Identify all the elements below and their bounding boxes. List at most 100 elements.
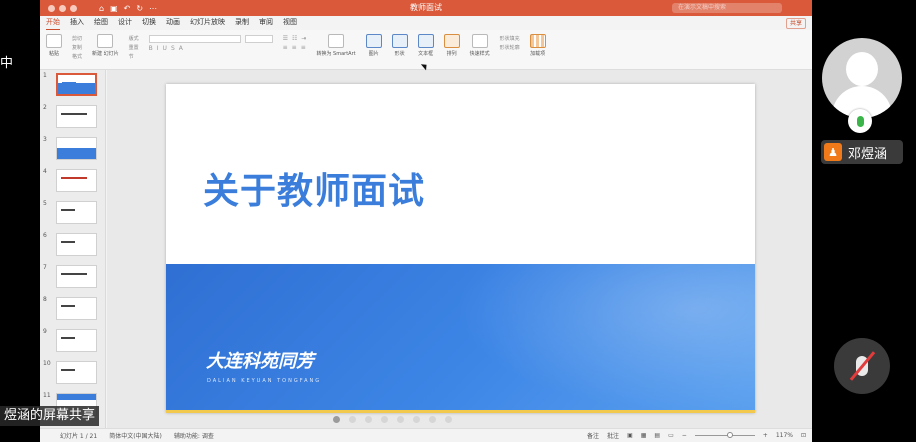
copy-button[interactable]: 复制 bbox=[72, 44, 82, 51]
close-window-button[interactable] bbox=[48, 4, 55, 12]
clipboard-group: 剪切 复制 格式 bbox=[72, 34, 82, 60]
align-right-icon[interactable]: ≡ bbox=[301, 44, 306, 51]
language-indicator[interactable]: 简体中文(中国大陆) bbox=[109, 431, 162, 440]
tab-record[interactable]: 录制 bbox=[235, 17, 249, 29]
page-dot[interactable] bbox=[381, 416, 388, 423]
normal-view-icon[interactable]: ▣ bbox=[627, 432, 633, 439]
slide-thumbnail[interactable]: 4 bbox=[40, 166, 105, 198]
slide-thumbnail[interactable]: 7 bbox=[40, 262, 105, 294]
tab-home[interactable]: 开始 bbox=[46, 17, 60, 30]
tab-insert[interactable]: 插入 bbox=[70, 17, 84, 29]
arrange-button[interactable]: 排列 bbox=[443, 34, 460, 57]
zoom-in-icon[interactable]: + bbox=[763, 432, 768, 439]
page-dot[interactable] bbox=[429, 416, 436, 423]
minimize-window-button[interactable] bbox=[59, 4, 66, 12]
status-controls: 备注 批注 ▣ ▦ ▤ ▭ − + 117% ⊡ bbox=[587, 431, 806, 440]
fit-slide-icon[interactable]: ⊡ bbox=[801, 432, 806, 439]
slide-blue-band bbox=[166, 264, 755, 413]
addins-button[interactable]: 加载项 bbox=[529, 34, 546, 57]
zoom-slider[interactable] bbox=[694, 432, 755, 438]
new-slide-button[interactable]: 新建 幻灯片 bbox=[92, 34, 119, 57]
reset-button[interactable]: 重置 bbox=[129, 44, 139, 51]
notes-button[interactable]: 备注 bbox=[587, 431, 599, 440]
participant-name-tag: ♟ 邓煜涵 bbox=[821, 140, 903, 164]
slide-thumbnail[interactable]: 6 bbox=[40, 230, 105, 262]
numbering-icon[interactable]: ☷ bbox=[292, 35, 297, 42]
align-center-icon[interactable]: ≡ bbox=[292, 44, 297, 51]
save-icon[interactable]: ▣ bbox=[110, 4, 118, 13]
quick-styles-button[interactable]: 快速样式 bbox=[470, 34, 490, 57]
layout-button[interactable]: 版式 bbox=[129, 35, 139, 42]
slide-thumbnail[interactable]: 10 bbox=[40, 358, 105, 390]
slide-thumbnail[interactable]: 1 bbox=[40, 70, 105, 102]
page-dot[interactable] bbox=[349, 416, 356, 423]
search-input[interactable]: 在演示文稿中搜索 bbox=[672, 3, 782, 13]
bullets-icon[interactable]: ☰ bbox=[283, 35, 288, 42]
page-dot[interactable] bbox=[445, 416, 452, 423]
convert-smartart-button[interactable]: 转换为 SmartArt bbox=[316, 34, 356, 57]
slide-counter: 幻灯片 1 / 21 bbox=[60, 433, 98, 440]
mute-microphone-button[interactable] bbox=[834, 338, 890, 394]
share-button[interactable]: 共享 bbox=[785, 18, 806, 29]
title-bar: ⌂ ▣ ↶ ↻ ⋯ 教师面试 在演示文稿中搜索 bbox=[40, 0, 812, 16]
font-group: B I U S A bbox=[148, 34, 273, 52]
zoom-window-button[interactable] bbox=[70, 4, 77, 12]
screen-share-caption: 煜涵的屏幕共享 bbox=[0, 406, 100, 426]
participant-avatar bbox=[822, 38, 902, 118]
paste-button[interactable]: 粘贴 bbox=[46, 34, 62, 57]
tab-slideshow[interactable]: 幻灯片放映 bbox=[190, 17, 225, 29]
font-color-button[interactable]: A bbox=[179, 45, 183, 52]
window-controls bbox=[48, 4, 77, 12]
brand-logo: 大连科苑同芳 bbox=[206, 351, 314, 372]
textbox-icon bbox=[417, 34, 434, 48]
slide-thumbnail[interactable]: 8 bbox=[40, 294, 105, 326]
tab-animations[interactable]: 动画 bbox=[166, 17, 180, 29]
slide-thumbnail[interactable]: 3 bbox=[40, 134, 105, 166]
page-dot[interactable] bbox=[413, 416, 420, 423]
zoom-level[interactable]: 117% bbox=[776, 432, 793, 439]
reading-view-icon[interactable]: ▤ bbox=[654, 432, 660, 439]
font-family-select[interactable] bbox=[148, 35, 241, 43]
slide-title[interactable]: 关于教师面试 bbox=[203, 162, 425, 214]
undo-icon[interactable]: ↶ bbox=[124, 4, 131, 13]
shape-fill-button[interactable]: 形状填充 bbox=[500, 35, 520, 42]
align-left-icon[interactable]: ≡ bbox=[283, 44, 288, 51]
slide-accent-bar bbox=[166, 410, 755, 413]
redo-icon[interactable]: ↻ bbox=[136, 4, 143, 13]
bold-button[interactable]: B bbox=[149, 45, 153, 52]
home-icon[interactable]: ⌂ bbox=[99, 4, 104, 13]
slideshow-view-icon[interactable]: ▭ bbox=[668, 432, 674, 439]
tab-transitions[interactable]: 切换 bbox=[142, 17, 156, 29]
powerpoint-window: ⌂ ▣ ↶ ↻ ⋯ 教师面试 在演示文稿中搜索 开始 插入 绘图 设计 切换 动… bbox=[40, 0, 812, 442]
current-slide[interactable]: 关于教师面试 大连科苑同芳 DALIAN KEYUAN TONGFANG bbox=[166, 84, 755, 413]
sorter-view-icon[interactable]: ▦ bbox=[641, 432, 647, 439]
font-size-select[interactable] bbox=[244, 35, 273, 43]
indent-icon[interactable]: ⇥ bbox=[301, 35, 306, 42]
shape-outline-button[interactable]: 形状轮廓 bbox=[500, 44, 520, 51]
tab-design[interactable]: 设计 bbox=[118, 17, 132, 29]
shapes-button[interactable]: 形状 bbox=[391, 34, 408, 57]
cut-button[interactable]: 剪切 bbox=[72, 35, 82, 42]
textbox-button[interactable]: 文本框 bbox=[417, 34, 434, 57]
slide-thumbnail[interactable]: 2 bbox=[40, 102, 105, 134]
accessibility-status[interactable]: 辅助功能: 调查 bbox=[174, 431, 214, 440]
italic-button[interactable]: I bbox=[157, 45, 159, 52]
addins-icon bbox=[529, 34, 546, 48]
underline-button[interactable]: U bbox=[163, 45, 167, 52]
tab-draw[interactable]: 绘图 bbox=[94, 17, 108, 29]
page-dot[interactable] bbox=[333, 416, 340, 423]
slide-thumbnail[interactable]: 9 bbox=[40, 326, 105, 358]
format-painter-button[interactable]: 格式 bbox=[72, 53, 82, 60]
tab-view[interactable]: 视图 bbox=[283, 17, 297, 29]
page-dot[interactable] bbox=[397, 416, 404, 423]
zoom-out-icon[interactable]: − bbox=[682, 432, 687, 439]
strike-button[interactable]: S bbox=[171, 45, 175, 52]
section-button[interactable]: 节 bbox=[129, 53, 139, 60]
speaking-mic-icon bbox=[848, 109, 872, 133]
tab-review[interactable]: 审阅 bbox=[259, 17, 273, 29]
more-icon[interactable]: ⋯ bbox=[149, 4, 157, 13]
comments-button[interactable]: 批注 bbox=[607, 431, 619, 440]
page-dot[interactable] bbox=[365, 416, 372, 423]
slide-thumbnail[interactable]: 5 bbox=[40, 198, 105, 230]
picture-button[interactable]: 图片 bbox=[365, 34, 382, 57]
